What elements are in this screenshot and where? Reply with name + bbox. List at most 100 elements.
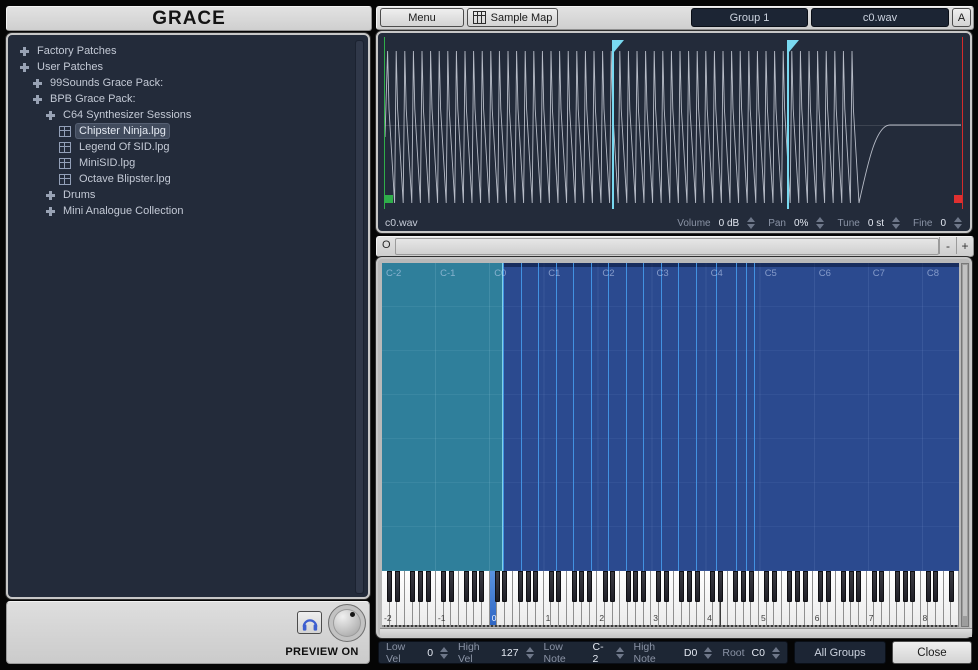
- black-key[interactable]: [579, 571, 584, 602]
- black-key[interactable]: [533, 571, 538, 602]
- black-key[interactable]: [610, 571, 615, 602]
- expand-plus-icon[interactable]: [33, 79, 42, 88]
- black-key[interactable]: [818, 571, 823, 602]
- zone-boundary-line[interactable]: [521, 263, 522, 571]
- param-root-stepper[interactable]: [772, 647, 780, 659]
- browser-item-folder[interactable]: Factory Patches: [8, 43, 368, 59]
- expand-plus-icon[interactable]: [46, 111, 55, 120]
- black-key[interactable]: [526, 571, 531, 602]
- black-key[interactable]: [803, 571, 808, 602]
- sample-end-handle[interactable]: [954, 195, 962, 203]
- black-key[interactable]: [679, 571, 684, 602]
- black-key[interactable]: [656, 571, 661, 602]
- black-key[interactable]: [518, 571, 523, 602]
- black-key[interactable]: [495, 571, 500, 602]
- all-groups-button[interactable]: All Groups: [794, 641, 886, 664]
- expand-plus-icon[interactable]: [46, 191, 55, 200]
- black-key[interactable]: [633, 571, 638, 602]
- black-key[interactable]: [464, 571, 469, 602]
- zone-boundary-line[interactable]: [573, 263, 574, 571]
- black-key[interactable]: [449, 571, 454, 602]
- expand-plus-icon[interactable]: [33, 95, 42, 104]
- browser-item-file[interactable]: Chipster Ninja.lpg: [8, 123, 368, 139]
- black-key[interactable]: [572, 571, 577, 602]
- sample-end-marker[interactable]: [962, 37, 963, 209]
- map-vertical-scrollbar[interactable]: [961, 263, 969, 627]
- black-key[interactable]: [733, 571, 738, 602]
- sample-map-button[interactable]: Sample Map: [467, 8, 558, 27]
- loop-end-flag-icon[interactable]: [789, 40, 799, 52]
- black-key[interactable]: [787, 571, 792, 602]
- black-key[interactable]: [764, 571, 769, 602]
- zone-boundary-line[interactable]: [696, 263, 697, 571]
- black-key[interactable]: [626, 571, 631, 602]
- black-key[interactable]: [895, 571, 900, 602]
- zone-boundary-line[interactable]: [754, 263, 755, 571]
- param-low-note-value[interactable]: C-2: [593, 641, 609, 665]
- black-key[interactable]: [587, 571, 592, 602]
- black-key[interactable]: [718, 571, 723, 602]
- black-key[interactable]: [826, 571, 831, 602]
- keyboard[interactable]: -2-1012345678: [382, 571, 959, 627]
- zoom-in-button[interactable]: +: [956, 237, 973, 254]
- zone-boundary-line[interactable]: [643, 263, 644, 571]
- black-key[interactable]: [479, 571, 484, 602]
- waveform-display[interactable]: [384, 37, 962, 213]
- close-button[interactable]: Close: [892, 641, 972, 664]
- black-key[interactable]: [872, 571, 877, 602]
- black-key[interactable]: [395, 571, 400, 602]
- black-key[interactable]: [502, 571, 507, 602]
- param-root-value[interactable]: C0: [752, 647, 765, 659]
- zone-boundary-line[interactable]: [746, 263, 747, 571]
- black-key[interactable]: [903, 571, 908, 602]
- black-key[interactable]: [387, 571, 392, 602]
- bank-a-button[interactable]: A: [952, 8, 971, 27]
- browser-item-folder[interactable]: User Patches: [8, 59, 368, 75]
- param-pan-value[interactable]: 0%: [794, 218, 808, 229]
- black-key[interactable]: [795, 571, 800, 602]
- selected-key-zone[interactable]: [382, 263, 503, 571]
- black-key[interactable]: [933, 571, 938, 602]
- zone-boundary-line[interactable]: [626, 263, 627, 571]
- loop-start-flag-icon[interactable]: [614, 40, 624, 52]
- param-high-vel-value[interactable]: 127: [501, 647, 519, 659]
- map-horizontal-scrollbar[interactable]: [380, 628, 972, 637]
- waveform-scroll-thumb[interactable]: [395, 238, 939, 255]
- zone-boundary-line[interactable]: [608, 263, 609, 571]
- black-key[interactable]: [949, 571, 954, 602]
- expand-plus-icon[interactable]: [20, 63, 29, 72]
- black-key[interactable]: [664, 571, 669, 602]
- sample-selector-button[interactable]: c0.wav: [811, 8, 949, 27]
- key-zone-grid[interactable]: C-2C-1C0C1C2C3C4C5C6C7C8: [382, 263, 959, 571]
- black-key[interactable]: [879, 571, 884, 602]
- browser-item-file[interactable]: Legend Of SID.lpg: [8, 139, 368, 155]
- black-key[interactable]: [641, 571, 646, 602]
- param-high-note-stepper[interactable]: [704, 647, 712, 659]
- browser-item-folder[interactable]: Mini Analogue Collection: [8, 203, 368, 219]
- loop-start-marker[interactable]: [612, 40, 614, 209]
- black-key[interactable]: [849, 571, 854, 602]
- black-key[interactable]: [741, 571, 746, 602]
- browser-item-folder[interactable]: 99Sounds Grace Pack:: [8, 75, 368, 91]
- browser-item-folder[interactable]: BPB Grace Pack:: [8, 91, 368, 107]
- expand-plus-icon[interactable]: [46, 207, 55, 216]
- browser-item-folder[interactable]: C64 Synthesizer Sessions: [8, 107, 368, 123]
- param-fine-value[interactable]: 0: [940, 218, 946, 229]
- zone-boundary-line[interactable]: [736, 263, 737, 571]
- black-key[interactable]: [549, 571, 554, 602]
- browser-item-file[interactable]: MiniSID.lpg: [8, 155, 368, 171]
- browser-item-file[interactable]: Octave Blipster.lpg: [8, 171, 368, 187]
- browser-scrollbar[interactable]: [355, 40, 364, 594]
- param-low-vel-stepper[interactable]: [440, 647, 448, 659]
- param-tune-stepper[interactable]: [892, 217, 900, 229]
- sample-start-handle[interactable]: [385, 195, 393, 203]
- black-key[interactable]: [426, 571, 431, 602]
- sample-start-marker[interactable]: [384, 37, 385, 209]
- zoom-out-button[interactable]: -: [939, 237, 956, 254]
- black-key[interactable]: [841, 571, 846, 602]
- group-selector-button[interactable]: Group 1: [691, 8, 808, 27]
- black-key[interactable]: [687, 571, 692, 602]
- param-high-note-value[interactable]: D0: [684, 647, 697, 659]
- param-fine-stepper[interactable]: [954, 217, 962, 229]
- black-key[interactable]: [603, 571, 608, 602]
